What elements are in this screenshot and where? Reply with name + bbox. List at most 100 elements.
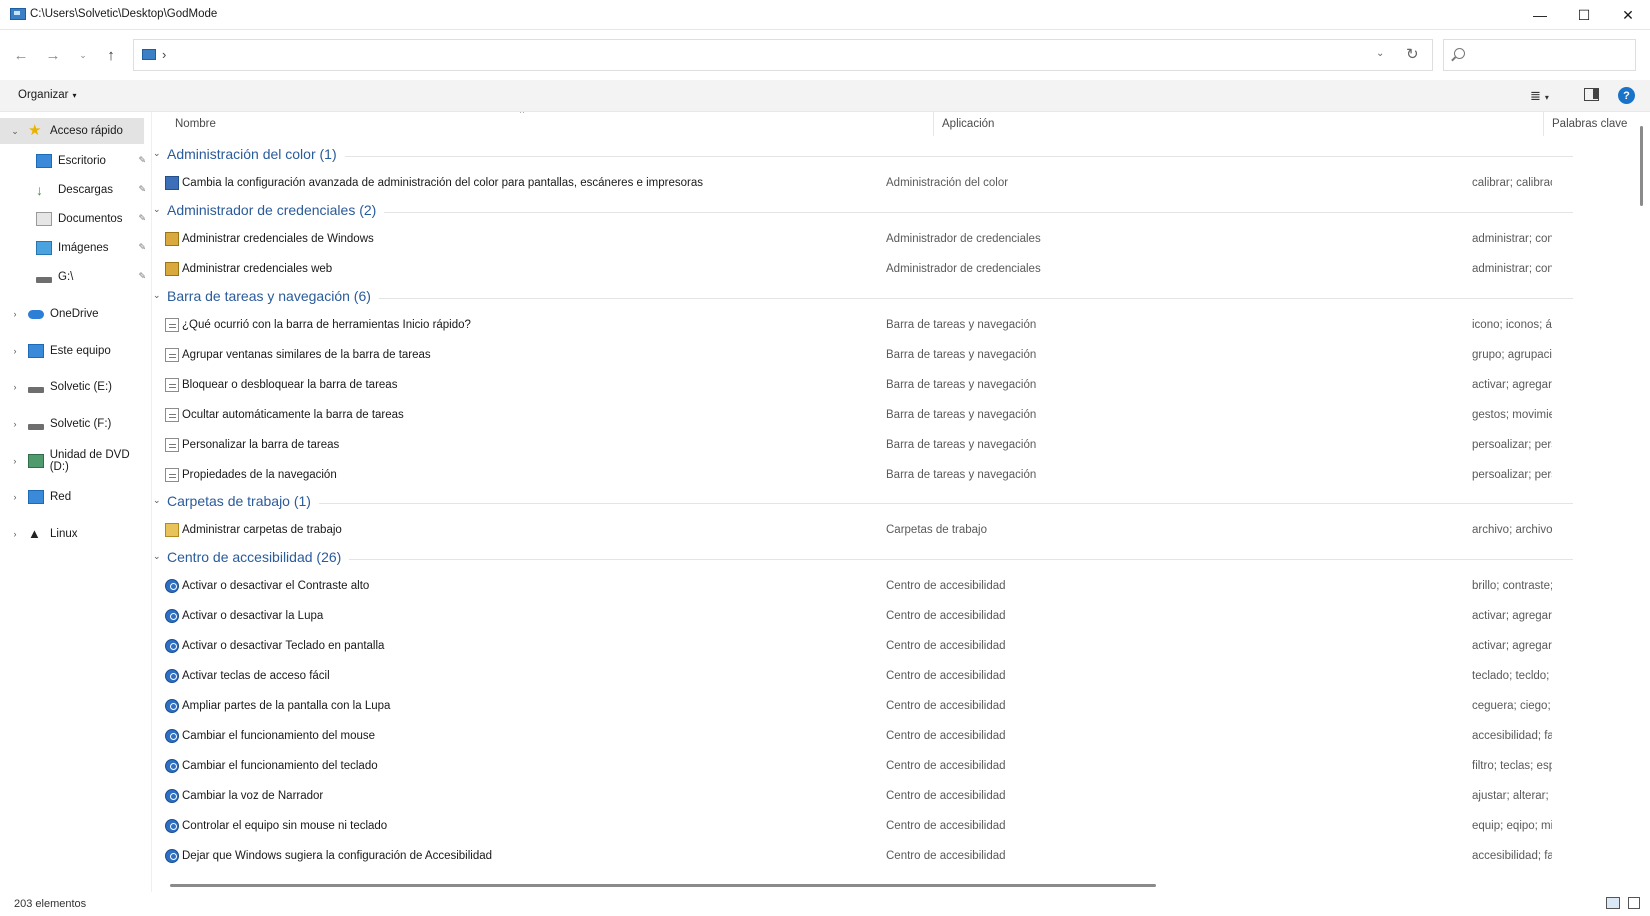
sidebar-item-drive-e[interactable]: › Solvetic (E:) — [0, 374, 112, 400]
item-name: Agrupar ventanas similares de la barra d… — [182, 349, 431, 361]
list-item[interactable]: Propiedades de la navegación Barra de ta… — [153, 461, 1650, 490]
large-icons-view-button[interactable] — [1628, 897, 1640, 909]
sidebar-item-documents[interactable]: Documentos ✎ — [0, 206, 152, 232]
list-item[interactable]: Cambiar la voz de Narrador Centro de acc… — [153, 782, 1650, 811]
chevron-down-icon[interactable]: ⌄ — [153, 495, 161, 506]
chevron-down-icon[interactable]: ⌄ — [153, 148, 161, 159]
item-keywords: persoalizar; pers — [1472, 469, 1552, 481]
change-view-button[interactable]: ≣ ▾ — [1530, 88, 1549, 104]
recent-locations-button[interactable]: ⌄ — [72, 44, 94, 66]
preview-pane-button[interactable] — [1584, 88, 1599, 101]
folder-app-icon — [10, 8, 26, 20]
list-item[interactable]: Ocultar automáticamente la barra de tare… — [153, 401, 1650, 430]
item-application: Barra de tareas y navegación — [886, 409, 1037, 421]
group-header[interactable]: ⌄ Administración del color (1) — [153, 142, 1573, 168]
chevron-right-icon[interactable]: › — [8, 382, 22, 392]
column-header-application[interactable]: Aplicación — [933, 112, 994, 136]
chevron-right-icon[interactable]: › — [8, 309, 22, 319]
sidebar-item-label: Acceso rápido — [50, 125, 123, 137]
minimize-button[interactable]: — — [1518, 0, 1562, 30]
address-bar[interactable]: › ⌄ ↻ — [133, 39, 1433, 71]
pin-icon: ✎ — [138, 184, 146, 194]
refresh-button[interactable]: ↻ — [1406, 45, 1419, 63]
item-application: Centro de accesibilidad — [886, 580, 1006, 592]
group-header[interactable]: ⌄ Barra de tareas y navegación (6) — [153, 284, 1573, 310]
credential-manager-icon — [165, 262, 179, 276]
chevron-down-icon[interactable]: ⌄ — [8, 126, 22, 137]
list-item[interactable]: Administrar carpetas de trabajo Carpetas… — [153, 516, 1650, 545]
item-keywords: persoalizar; pers — [1472, 439, 1552, 451]
sidebar-item-desktop[interactable]: Escritorio ✎ — [0, 148, 152, 174]
item-application: Centro de accesibilidad — [886, 760, 1006, 772]
list-item[interactable]: Activar teclas de acceso fácil Centro de… — [153, 662, 1650, 691]
chevron-right-icon[interactable]: › — [8, 456, 22, 466]
sidebar-item-onedrive[interactable]: › OneDrive — [0, 301, 99, 327]
list-item[interactable]: Administrar credenciales de Windows Admi… — [153, 225, 1650, 254]
list-item[interactable]: Bloquear o desbloquear la barra de tarea… — [153, 371, 1650, 400]
list-item[interactable]: Dejar que Windows sugiera la configuraci… — [153, 842, 1650, 871]
organize-button[interactable]: Organizar ▾ — [18, 89, 77, 101]
search-box[interactable] — [1443, 39, 1636, 71]
help-button[interactable]: ? — [1618, 87, 1635, 104]
sidebar-item-label: Este equipo — [50, 345, 111, 357]
sidebar-item-label: OneDrive — [50, 308, 99, 320]
list-item[interactable]: Personalizar la barra de tareas Barra de… — [153, 431, 1650, 460]
list-item[interactable]: Activar o desactivar el Contraste alto C… — [153, 572, 1650, 601]
list-item[interactable]: Controlar el equipo sin mouse ni teclado… — [153, 812, 1650, 841]
list-item[interactable]: Administrar credenciales web Administrad… — [153, 255, 1650, 284]
download-icon: ↓ — [36, 182, 43, 198]
sidebar-item-dvd-drive[interactable]: › Unidad de DVD (D:) — [0, 448, 151, 474]
item-application: Centro de accesibilidad — [886, 730, 1006, 742]
list-item[interactable]: Activar o desactivar Teclado en pantalla… — [153, 632, 1650, 661]
sidebar-item-linux[interactable]: › ▲ Linux — [0, 521, 78, 547]
accessibility-icon — [165, 609, 179, 623]
dvd-icon — [27, 454, 44, 468]
list-item[interactable]: Agrupar ventanas similares de la barra d… — [153, 341, 1650, 370]
list-item[interactable]: Ampliar partes de la pantalla con la Lup… — [153, 692, 1650, 721]
group-header[interactable]: ⌄ Carpetas de trabajo (1) — [153, 489, 1573, 515]
chevron-right-icon[interactable]: › — [8, 492, 22, 502]
up-button[interactable]: ↑ — [100, 44, 122, 66]
sidebar-item-network[interactable]: › Red — [0, 484, 71, 510]
sidebar-item-label: Documentos — [58, 213, 123, 225]
sidebar-item-quick-access[interactable]: ⌄ ★ Acceso rápido — [0, 118, 144, 144]
item-application: Barra de tareas y navegación — [886, 469, 1037, 481]
back-button[interactable]: ← — [10, 44, 32, 66]
sidebar-item-drive-f[interactable]: › Solvetic (F:) — [0, 411, 111, 437]
sidebar-item-downloads[interactable]: ↓ Descargas ✎ — [0, 177, 152, 203]
list-item[interactable]: ¿Qué ocurrió con la barra de herramienta… — [153, 311, 1650, 340]
sidebar-item-g-drive[interactable]: G:\ ✎ — [0, 264, 152, 290]
group-divider — [167, 156, 1573, 157]
forward-button[interactable]: → — [42, 44, 64, 66]
group-header[interactable]: ⌄ Administrador de credenciales (2) — [153, 198, 1573, 224]
horizontal-scrollbar[interactable] — [170, 884, 1156, 887]
list-item[interactable]: Cambiar el funcionamiento del teclado Ce… — [153, 752, 1650, 781]
search-input[interactable] — [1472, 46, 1627, 64]
address-history-dropdown[interactable]: ⌄ — [1376, 48, 1384, 59]
close-button[interactable]: ✕ — [1606, 0, 1650, 30]
accessibility-icon — [165, 639, 179, 653]
chevron-down-icon[interactable]: ⌄ — [153, 204, 161, 215]
chevron-right-icon[interactable]: › — [8, 529, 22, 539]
list-item[interactable]: Cambia la configuración avanzada de admi… — [153, 169, 1650, 198]
item-keywords: accesibilidad; fac — [1472, 730, 1552, 742]
group-header[interactable]: ⌄ Centro de accesibilidad (26) — [153, 545, 1573, 571]
sidebar-item-pictures[interactable]: Imágenes ✎ — [0, 235, 152, 261]
group-title: Administrador de credenciales (2) — [167, 202, 385, 218]
sidebar-item-this-pc[interactable]: › Este equipo — [0, 338, 111, 364]
vertical-scrollbar[interactable] — [1640, 126, 1643, 206]
group-title: Carpetas de trabajo (1) — [167, 493, 319, 509]
chevron-down-icon[interactable]: ⌄ — [153, 551, 161, 562]
list-item[interactable]: Cambiar el funcionamiento del mouse Cent… — [153, 722, 1650, 751]
breadcrumb-separator[interactable]: › — [162, 47, 166, 62]
chevron-right-icon[interactable]: › — [8, 419, 22, 429]
group-title: Administración del color (1) — [167, 146, 345, 162]
taskbar-icon — [165, 438, 179, 452]
list-item[interactable]: Activar o desactivar la Lupa Centro de a… — [153, 602, 1650, 631]
column-header-keywords[interactable]: Palabras clave — [1543, 112, 1627, 136]
chevron-down-icon[interactable]: ⌄ — [153, 290, 161, 301]
details-view-button[interactable] — [1606, 897, 1620, 909]
maximize-button[interactable]: ☐ — [1562, 0, 1606, 30]
chevron-right-icon[interactable]: › — [8, 346, 22, 356]
column-header-name[interactable]: Nombre — [175, 112, 216, 136]
